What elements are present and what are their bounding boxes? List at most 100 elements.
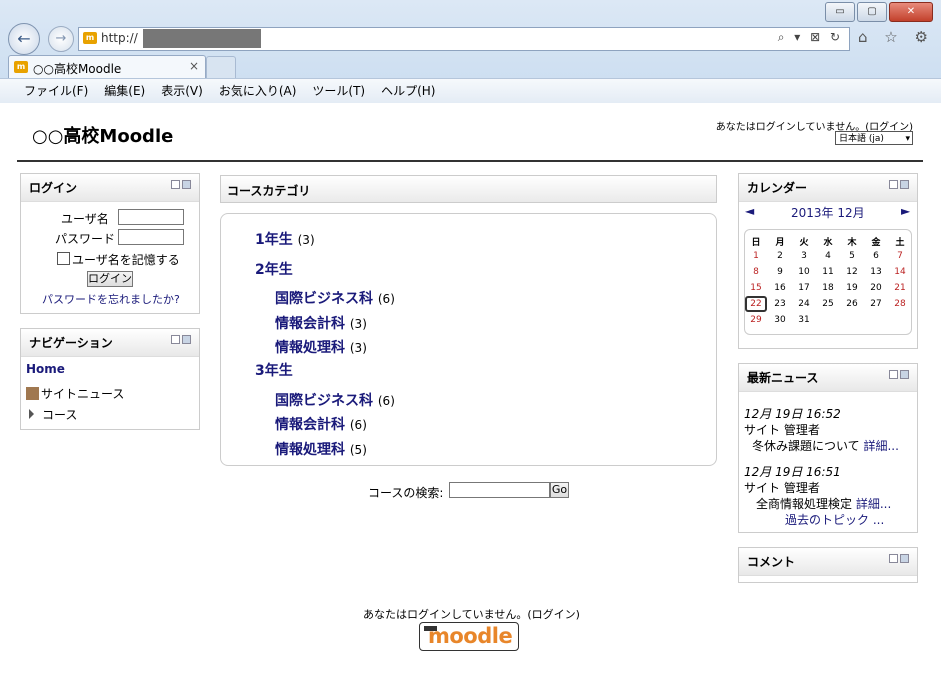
calendar-day[interactable]: 28 [889,299,911,309]
calendar-day[interactable]: 8 [745,267,767,277]
block-controls-icon[interactable] [889,554,909,564]
calendar-day[interactable]: 5 [841,251,863,261]
url-redacted [143,29,261,48]
calendar-day[interactable]: 1 [745,251,767,261]
calendar-day[interactable]: 18 [817,283,839,293]
footer-login-info[interactable]: あなたはログインしていません。(ログイン) [363,606,580,622]
password-input[interactable] [118,229,184,245]
older-topics-link[interactable]: 過去のトピック ... [785,511,884,528]
close-window-button[interactable]: ✕ [889,2,933,22]
remember-checkbox[interactable] [57,252,70,265]
nav-home-link[interactable]: Home [26,362,65,376]
forward-arrow-icon[interactable]: → [48,26,74,52]
forgot-password-link[interactable]: パスワードを忘れましたか? [42,291,180,307]
subcategory-item[interactable]: 情報会計科 (3) [275,313,367,333]
category-year1[interactable]: 1年生 (3) [255,229,315,249]
menu-edit[interactable]: 編集(E) [96,79,153,99]
calendar-day[interactable]: 23 [769,299,791,309]
block-controls-icon[interactable] [171,335,191,345]
calendar-day[interactable]: 29 [745,315,767,325]
calendar-day[interactable]: 19 [841,283,863,293]
block-controls-icon[interactable] [889,370,909,380]
triangle-right-icon [29,409,34,419]
calendar-day[interactable]: 25 [817,299,839,309]
page-content: ○○高校Moodle あなたはログインしていません。(ログイン) 日本語 (ja… [0,103,941,683]
news-time: 12月 19日 16:52 [744,407,841,421]
subcategory-item[interactable]: 国際ビジネス科 (6) [275,390,395,410]
calendar-day[interactable]: 27 [865,299,887,309]
menu-bar: ファイル(F) 編集(E) 表示(V) お気に入り(A) ツール(T) ヘルプ(H) [0,78,941,103]
news-block-title: 最新ニュース [747,371,819,385]
toolbar-icons[interactable]: ⌂ ☆ ⚙ [858,28,934,46]
prev-month-icon[interactable]: ◄ [745,204,754,218]
calendar-day[interactable]: 21 [889,283,911,293]
calendar-day[interactable]: 7 [889,251,911,261]
calendar-day[interactable]: 11 [817,267,839,277]
address-bar[interactable]: m http:// ⌕ ▾ ⊠ ↻ [78,27,850,51]
calendar-day[interactable]: 4 [817,251,839,261]
subcategory-count: (5) [349,443,367,457]
calendar-day[interactable]: 30 [769,315,791,325]
calendar-day[interactable]: 24 [793,299,815,309]
news-more-link[interactable]: 詳細... [856,497,891,511]
calendar-block-title: カレンダー [747,181,808,195]
navigation-block-header: ナビゲーション [21,329,199,357]
tab-favicon-icon: m [14,61,28,73]
news-more-link[interactable]: 詳細... [863,439,898,453]
calendar-day[interactable]: 16 [769,283,791,293]
tab-close-icon[interactable]: × [189,59,199,73]
back-arrow-icon[interactable]: ← [8,23,40,55]
maximize-button[interactable]: ▢ [857,2,887,22]
next-month-icon[interactable]: ► [901,204,910,218]
menu-favorites[interactable]: お気に入り(A) [211,79,305,99]
category-year2[interactable]: 2年生 [255,259,293,279]
calendar-day[interactable]: 13 [865,267,887,277]
calendar-day[interactable]: 20 [865,283,887,293]
block-controls-icon[interactable] [171,180,191,190]
calendar-day[interactable]: 26 [841,299,863,309]
go-button[interactable]: Go [550,482,569,498]
calendar-day[interactable]: 3 [793,251,815,261]
menu-file[interactable]: ファイル(F) [16,79,96,99]
browser-chrome: ▭ ▢ ✕ ← → m http:// ⌕ ▾ ⊠ ↻ ⌂ ☆ ⚙ m ○○高校… [0,0,941,104]
subcategory-item[interactable]: 情報会計科 (6) [275,414,367,434]
calendar-day[interactable]: 15 [745,283,767,293]
minimize-button[interactable]: ▭ [825,2,855,22]
username-input[interactable] [118,209,184,225]
calendar-weekday: 月 [775,238,785,248]
url-text[interactable]: http:// [101,31,138,45]
calendar-day[interactable]: 2 [769,251,791,261]
course-search-input[interactable] [449,482,550,498]
category-year3[interactable]: 3年生 [255,360,293,380]
remember-row: ユーザ名を記憶する [57,251,180,268]
nav-site-news[interactable]: サイトニュース [26,385,124,402]
subcategory-item[interactable]: 情報処理科 (3) [275,337,367,357]
subcategory-item[interactable]: 国際ビジネス科 (6) [275,288,395,308]
menu-view[interactable]: 表示(V) [153,79,211,99]
login-block-header: ログイン [21,174,199,202]
browser-tab[interactable]: m ○○高校Moodle × [8,55,206,78]
menu-tools[interactable]: ツール(T) [304,79,373,99]
calendar-day[interactable]: 12 [841,267,863,277]
calendar-day[interactable]: 9 [769,267,791,277]
login-button[interactable]: ログイン [87,271,133,287]
course-search-label: コースの検索: [368,486,444,500]
calendar-day[interactable]: 31 [793,315,815,325]
new-tab-button[interactable] [206,56,236,78]
subcategory-count: (3) [349,317,367,331]
calendar-day[interactable]: 14 [889,267,911,277]
menu-help[interactable]: ヘルプ(H) [373,79,443,99]
tab-title: ○○高校Moodle [33,62,122,76]
calendar-day[interactable]: 10 [793,267,815,277]
calendar-day[interactable]: 17 [793,283,815,293]
block-controls-icon[interactable] [889,180,909,190]
nav-courses[interactable]: コース [26,406,77,423]
moodle-logo[interactable]: moodle [419,622,519,651]
news-author: サイト 管理者 [744,423,820,437]
address-bar-icons[interactable]: ⌕ ▾ ⊠ ↻ [778,30,843,45]
news-icon [26,387,39,400]
language-select[interactable]: 日本語 (ja) ▾ [835,131,913,145]
subcategory-item[interactable]: 情報処理科 (5) [275,439,367,459]
calendar-day[interactable]: 6 [865,251,887,261]
calendar-month[interactable]: 2013年 12月 [791,204,865,221]
